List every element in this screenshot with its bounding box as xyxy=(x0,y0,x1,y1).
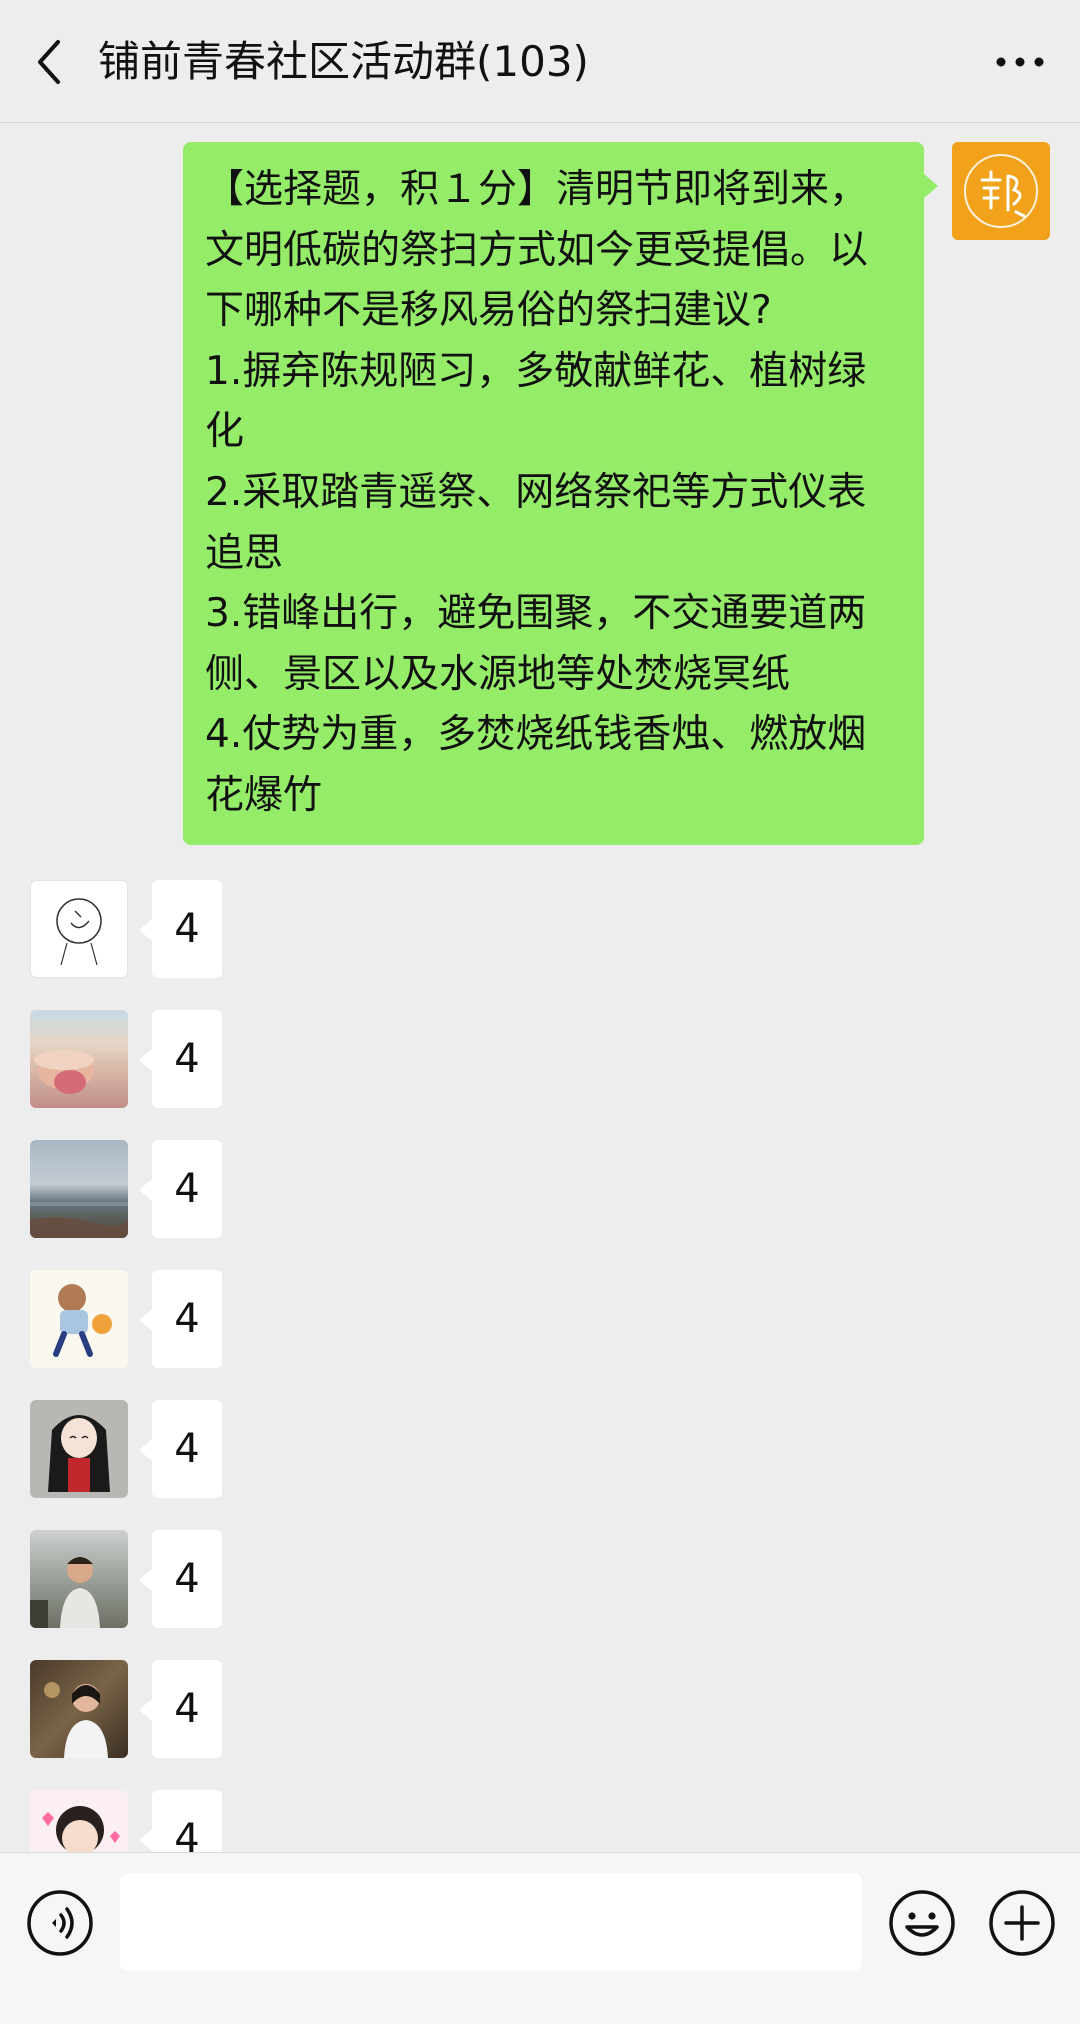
chevron-left-icon xyxy=(38,40,60,84)
list-item: 4 xyxy=(0,1530,1080,1630)
smiley-sketch-avatar xyxy=(56,898,102,966)
beach-photo-avatar xyxy=(34,1050,94,1094)
message-line: 侧、景区以及水源地等处焚烧冥纸 xyxy=(205,651,791,697)
person-photo-avatar xyxy=(44,1682,108,1758)
cartoon-girl-avatar xyxy=(48,1415,110,1492)
back-button[interactable] xyxy=(18,22,82,102)
bubble-tail xyxy=(139,1048,153,1072)
cartoon-face-avatar xyxy=(42,1806,120,1852)
anime-girl-avatar xyxy=(53,1284,112,1357)
incoming-message-bubble[interactable]: 4 xyxy=(152,1140,222,1238)
avatar[interactable] xyxy=(30,1400,128,1498)
voice-icon xyxy=(27,1890,93,1956)
bubble-tail xyxy=(139,918,153,942)
bubble-tail xyxy=(924,174,938,198)
list-item: 4 xyxy=(0,1010,1080,1110)
avatar[interactable] xyxy=(30,880,128,978)
message-line: 【选择题，积１分】清明节即将到来， xyxy=(205,167,869,212)
message-line: 化 xyxy=(205,409,245,455)
bubble-tail xyxy=(139,1568,153,1592)
bubble-tail xyxy=(139,1178,153,1202)
message-input[interactable] xyxy=(120,1873,862,1971)
voice-button[interactable] xyxy=(26,1889,94,1957)
avatar[interactable] xyxy=(30,1140,128,1238)
bubble-tail xyxy=(139,1698,153,1722)
bubble-tail xyxy=(139,1438,153,1462)
my-avatar[interactable] xyxy=(952,142,1050,240)
incoming-message-bubble[interactable]: 4 xyxy=(152,1400,222,1498)
incoming-message-bubble[interactable]: 4 xyxy=(152,880,222,978)
chat-screen: 铺前青春社区活动群(103) 【选择题，积１分】清明节即将到来， 文明低碳的祭扫… xyxy=(0,0,1080,2024)
sea-photo-avatar xyxy=(30,1202,128,1238)
message-line: 下哪种不是移风易俗的祭扫建议? xyxy=(205,288,772,334)
message-line: 花爆竹 xyxy=(205,772,323,818)
more-dots-icon xyxy=(996,57,1044,67)
list-item: 4 xyxy=(0,1790,1080,1852)
incoming-message-bubble[interactable]: 4 xyxy=(152,1660,222,1758)
message-line: 追思 xyxy=(205,530,284,576)
list-item: 4 xyxy=(0,1660,1080,1760)
avatar[interactable] xyxy=(30,1270,128,1368)
plus-icon xyxy=(989,1890,1055,1956)
logo-icon xyxy=(952,142,1050,240)
chat-header: 铺前青春社区活动群(103) xyxy=(0,0,1080,123)
list-item: 4 xyxy=(0,1400,1080,1500)
avatar[interactable] xyxy=(30,1790,128,1852)
bubble-tail xyxy=(139,1828,153,1852)
avatar[interactable] xyxy=(30,1530,128,1628)
message-line: 1.摒弃陈规陋习，多敬献鲜花、植树绿 xyxy=(205,348,867,394)
message-line: 4.仗势为重，多焚烧纸钱香烛、燃放烟 xyxy=(205,712,867,758)
message-list[interactable]: 【选择题，积１分】清明节即将到来， 文明低碳的祭扫方式如今更受提倡。以 下哪种不… xyxy=(0,124,1080,1852)
list-item: 4 xyxy=(0,1140,1080,1240)
outgoing-message-bubble[interactable]: 【选择题，积１分】清明节即将到来， 文明低碳的祭扫方式如今更受提倡。以 下哪种不… xyxy=(183,142,924,845)
incoming-message-bubble[interactable]: 4 xyxy=(152,1010,222,1108)
emoji-icon xyxy=(889,1890,955,1956)
incoming-message-bubble[interactable]: 4 xyxy=(152,1270,222,1368)
more-button[interactable] xyxy=(980,30,1060,94)
chat-title: 铺前青春社区活动群(103) xyxy=(98,37,589,86)
emoji-button[interactable] xyxy=(888,1889,956,1957)
input-bar xyxy=(0,1852,1080,2024)
more-functions-button[interactable] xyxy=(988,1889,1056,1957)
person-photo-avatar xyxy=(30,1557,100,1628)
message-line: 2.采取踏青遥祭、网络祭祀等方式仪表 xyxy=(205,469,867,515)
avatar[interactable] xyxy=(30,1010,128,1108)
incoming-message-bubble[interactable]: 4 xyxy=(152,1790,222,1852)
list-item: 4 xyxy=(0,880,1080,980)
message-line: 文明低碳的祭扫方式如今更受提倡。以 xyxy=(205,227,869,273)
bubble-tail xyxy=(139,1308,153,1332)
incoming-message-bubble[interactable]: 4 xyxy=(152,1530,222,1628)
avatar[interactable] xyxy=(30,1660,128,1758)
message-line: 3.错峰出行，避免围聚，不交通要道两 xyxy=(205,591,867,637)
list-item: 4 xyxy=(0,1270,1080,1370)
